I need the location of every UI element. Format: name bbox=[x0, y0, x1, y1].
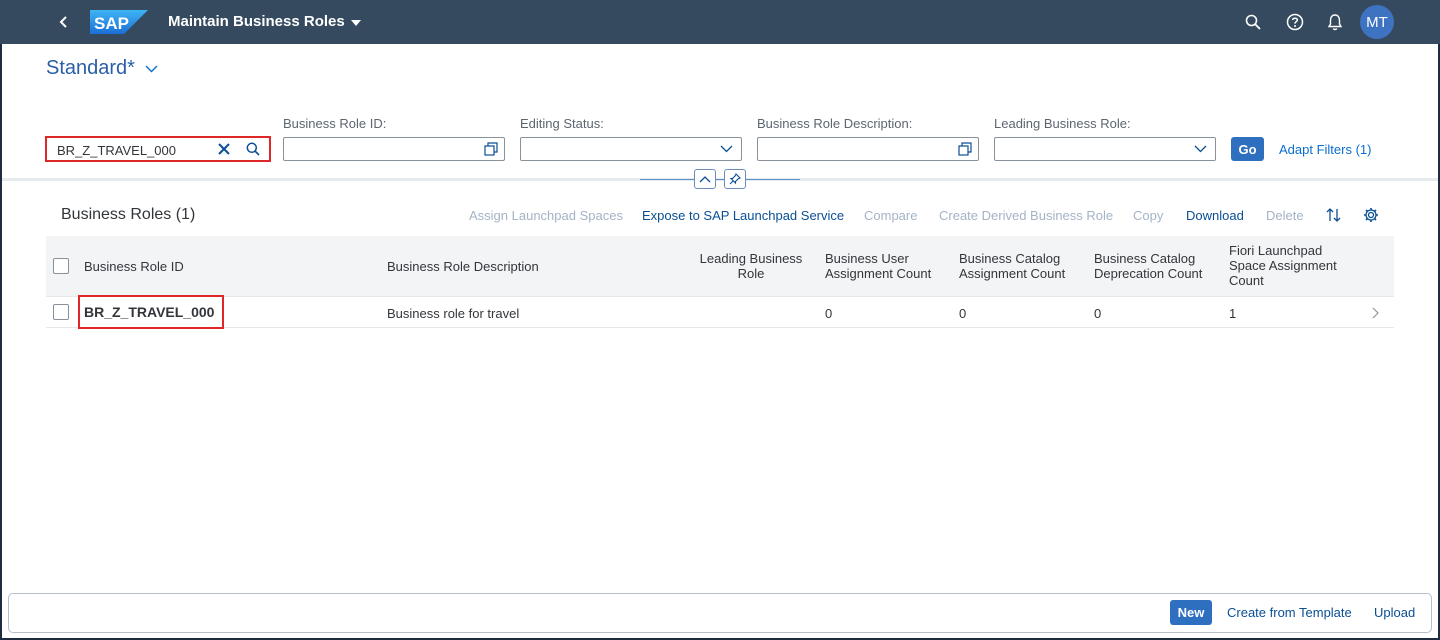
pin-icon bbox=[729, 173, 741, 185]
back-button[interactable] bbox=[52, 10, 76, 34]
collapse-header-button[interactable] bbox=[694, 169, 716, 189]
value-help-icon[interactable] bbox=[958, 142, 972, 156]
business-role-description-label: Business Role Description: bbox=[757, 116, 913, 131]
editing-status-label: Editing Status: bbox=[520, 116, 604, 131]
row-description: Business role for travel bbox=[387, 306, 520, 321]
shell-search-button[interactable] bbox=[1242, 11, 1264, 33]
user-avatar[interactable]: MT bbox=[1360, 5, 1394, 39]
business-role-id-label: Business Role ID: bbox=[283, 116, 387, 131]
column-header-deprecation-line2: Deprecation Count bbox=[1094, 266, 1203, 281]
sap-logo[interactable]: SAP bbox=[90, 10, 148, 34]
column-header-deprecation-line1: Business Catalog bbox=[1094, 251, 1196, 266]
column-header-description[interactable]: Business Role Description bbox=[387, 259, 539, 274]
business-role-description-input[interactable] bbox=[757, 137, 979, 161]
column-header-user-count[interactable]: Business User Assignment Count bbox=[825, 251, 931, 281]
create-derived-role-button[interactable]: Create Derived Business Role bbox=[939, 208, 1113, 223]
column-header-leading-line1: Leading Business bbox=[699, 251, 803, 266]
chevron-right-icon[interactable] bbox=[1368, 306, 1382, 320]
chevron-up-icon bbox=[699, 176, 711, 183]
row-checkbox[interactable] bbox=[53, 304, 69, 320]
row-space-count: 1 bbox=[1229, 306, 1237, 321]
help-button[interactable] bbox=[1284, 11, 1306, 33]
search-field[interactable]: BR_Z_TRAVEL_000 bbox=[45, 136, 271, 162]
new-button[interactable]: New bbox=[1170, 600, 1212, 625]
column-header-leading-line2: Role bbox=[737, 266, 765, 281]
clear-icon[interactable] bbox=[218, 143, 230, 155]
variant-title: Standard* bbox=[46, 57, 135, 79]
table-header: Business Role ID Business Role Descripti… bbox=[46, 236, 1394, 297]
app-title-menu[interactable]: Maintain Business Roles bbox=[168, 13, 361, 30]
footer-toolbar bbox=[8, 593, 1432, 633]
column-header-deprecation-count[interactable]: Business Catalog Deprecation Count bbox=[1094, 251, 1202, 281]
row-catalog-count: 0 bbox=[959, 306, 967, 321]
caret-down-icon bbox=[350, 19, 361, 26]
notifications-button[interactable] bbox=[1324, 11, 1346, 33]
shell-bar: SAP Maintain Business Roles MT bbox=[0, 0, 1440, 44]
column-header-space-count-line3: Count bbox=[1229, 273, 1264, 288]
download-button[interactable]: Download bbox=[1186, 208, 1244, 223]
pin-header-button[interactable] bbox=[724, 169, 746, 189]
bell-icon bbox=[1327, 14, 1343, 31]
column-header-space-count[interactable]: Fiori Launchpad Space Assignment Count bbox=[1229, 243, 1337, 288]
variant-selector[interactable]: Standard* bbox=[46, 57, 158, 80]
user-initials: MT bbox=[1366, 13, 1388, 31]
search-input-value[interactable]: BR_Z_TRAVEL_000 bbox=[57, 143, 176, 158]
business-roles-table: Business Role ID Business Role Descripti… bbox=[46, 236, 1394, 329]
column-header-id[interactable]: Business Role ID bbox=[84, 259, 184, 274]
adapt-filters-button[interactable]: Adapt Filters (1) bbox=[1279, 142, 1371, 157]
header-divider-accent bbox=[640, 179, 800, 180]
back-icon bbox=[59, 16, 67, 28]
assign-launchpad-spaces-button[interactable]: Assign Launchpad Spaces bbox=[469, 208, 623, 223]
row-user-count: 0 bbox=[825, 306, 833, 321]
help-icon bbox=[1286, 13, 1304, 31]
column-header-space-count-line2: Space Assignment bbox=[1229, 258, 1337, 273]
row-business-role-id[interactable]: BR_Z_TRAVEL_000 bbox=[78, 295, 224, 329]
table-title: Business Roles (1) bbox=[61, 206, 196, 223]
value-help-icon[interactable] bbox=[484, 142, 498, 156]
go-button[interactable]: Go bbox=[1231, 137, 1264, 161]
column-header-catalog-count-line2: Assignment Count bbox=[959, 266, 1066, 281]
column-header-leading-role[interactable]: Leading Business Role bbox=[696, 251, 806, 281]
sort-icon bbox=[1326, 208, 1341, 222]
chevron-down-icon bbox=[145, 65, 158, 72]
expose-to-launchpad-button[interactable]: Expose to SAP Launchpad Service bbox=[642, 208, 844, 223]
column-header-catalog-count[interactable]: Business Catalog Assignment Count bbox=[959, 251, 1065, 281]
sap-logo-icon: SAP bbox=[90, 10, 148, 34]
leading-business-role-select[interactable] bbox=[994, 137, 1216, 161]
sort-button[interactable] bbox=[1325, 206, 1343, 224]
table-row[interactable]: BR_Z_TRAVEL_000 Business role for travel… bbox=[46, 295, 1394, 329]
column-header-user-count-line1: Business User bbox=[825, 251, 909, 266]
sap-logo-text: SAP bbox=[94, 14, 129, 33]
table-settings-button[interactable] bbox=[1362, 206, 1380, 224]
editing-status-select[interactable] bbox=[520, 137, 742, 161]
gear-icon bbox=[1364, 208, 1378, 222]
create-from-template-button[interactable]: Create from Template bbox=[1227, 605, 1352, 620]
compare-button[interactable]: Compare bbox=[864, 208, 917, 223]
chevron-down-icon bbox=[719, 142, 733, 156]
column-header-space-count-line1: Fiori Launchpad bbox=[1229, 243, 1323, 258]
column-header-user-count-line2: Assignment Count bbox=[825, 266, 932, 281]
business-role-id-input[interactable] bbox=[283, 137, 505, 161]
chevron-down-icon bbox=[1193, 142, 1207, 156]
copy-button[interactable]: Copy bbox=[1133, 208, 1163, 223]
leading-business-role-label: Leading Business Role: bbox=[994, 116, 1131, 131]
app-title: Maintain Business Roles bbox=[168, 13, 345, 30]
select-all-checkbox[interactable] bbox=[53, 258, 69, 274]
upload-button[interactable]: Upload bbox=[1374, 605, 1415, 620]
delete-button[interactable]: Delete bbox=[1266, 208, 1304, 223]
column-header-catalog-count-line1: Business Catalog bbox=[959, 251, 1061, 266]
search-icon bbox=[1245, 14, 1261, 30]
search-icon[interactable] bbox=[246, 142, 260, 156]
row-deprecation-count: 0 bbox=[1094, 306, 1102, 321]
